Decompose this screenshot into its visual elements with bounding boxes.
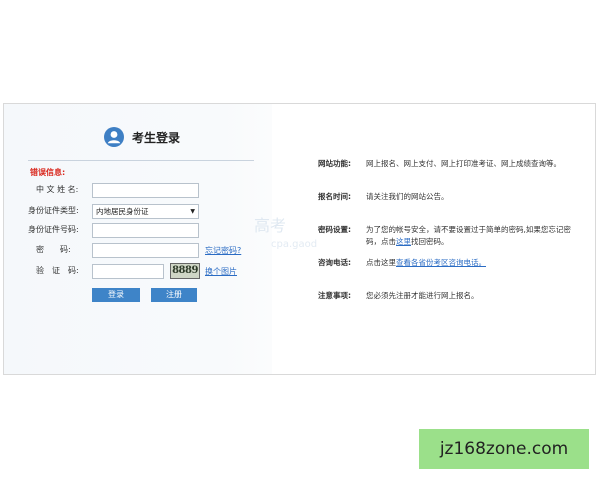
forgot-password-link[interactable]: 忘记密码? xyxy=(205,245,241,256)
id-type-value: 内地居民身份证 xyxy=(96,207,149,216)
info-key: 网站功能: xyxy=(318,159,351,168)
phone-list-link[interactable]: 查看各省份考区咨询电话。 xyxy=(396,258,486,267)
info-key: 报名时间: xyxy=(318,192,351,201)
captcha-input[interactable] xyxy=(92,264,164,279)
main-frame: 考生登录 错误信息: 中 文 姓 名: 身份证件类型: 内地居民身份证 ▼ 身份… xyxy=(3,103,596,375)
watermark-url: cpa.gaod xyxy=(271,239,318,250)
id-type-select[interactable]: 内地居民身份证 ▼ xyxy=(92,204,199,219)
error-label: 错误信息: xyxy=(30,168,66,177)
password-input[interactable] xyxy=(92,243,199,258)
captcha-label: 验 证 码: xyxy=(36,266,79,275)
info-key: 密码设置: xyxy=(318,225,351,234)
site-watermark-badge: jz168zone.com xyxy=(419,429,589,469)
captcha-image: 8889 xyxy=(170,263,200,279)
info-value: 您必须先注册才能进行网上报名。 xyxy=(366,291,479,300)
header-divider xyxy=(28,160,254,161)
register-button[interactable]: 注册 xyxy=(151,288,197,302)
login-button[interactable]: 登录 xyxy=(92,288,140,302)
password-label: 密 码: xyxy=(36,245,71,254)
login-title: 考生登录 xyxy=(132,130,181,145)
info-key: 注意事项: xyxy=(318,291,351,300)
change-captcha-link[interactable]: 换个图片 xyxy=(205,266,237,277)
watermark-logo: 高考 xyxy=(254,216,287,235)
id-number-label: 身份证件号码: xyxy=(28,225,79,234)
find-password-link[interactable]: 这里 xyxy=(396,237,411,246)
id-type-label: 身份证件类型: xyxy=(28,206,79,215)
name-input[interactable] xyxy=(92,183,199,198)
name-label: 中 文 姓 名: xyxy=(36,185,79,194)
login-header: 考生登录 xyxy=(104,126,180,148)
user-avatar-icon xyxy=(104,127,124,147)
dropdown-arrow-icon: ▼ xyxy=(190,208,195,215)
info-value: 网上报名、网上支付、网上打印准考证、网上成绩查询等。 xyxy=(366,159,561,168)
info-value: 点击这里查看各省份考区咨询电话。 xyxy=(366,258,486,267)
info-key: 咨询电话: xyxy=(318,258,351,267)
id-number-input[interactable] xyxy=(92,223,199,238)
login-panel: 考生登录 错误信息: 中 文 姓 名: 身份证件类型: 内地居民身份证 ▼ 身份… xyxy=(4,104,272,374)
info-value: 为了您的帐号安全，请不要设置过于简单的密码,如果您忘记密码，点击这里找回密码。 xyxy=(366,225,571,246)
info-value: 请关注我们的网站公告。 xyxy=(366,192,449,201)
